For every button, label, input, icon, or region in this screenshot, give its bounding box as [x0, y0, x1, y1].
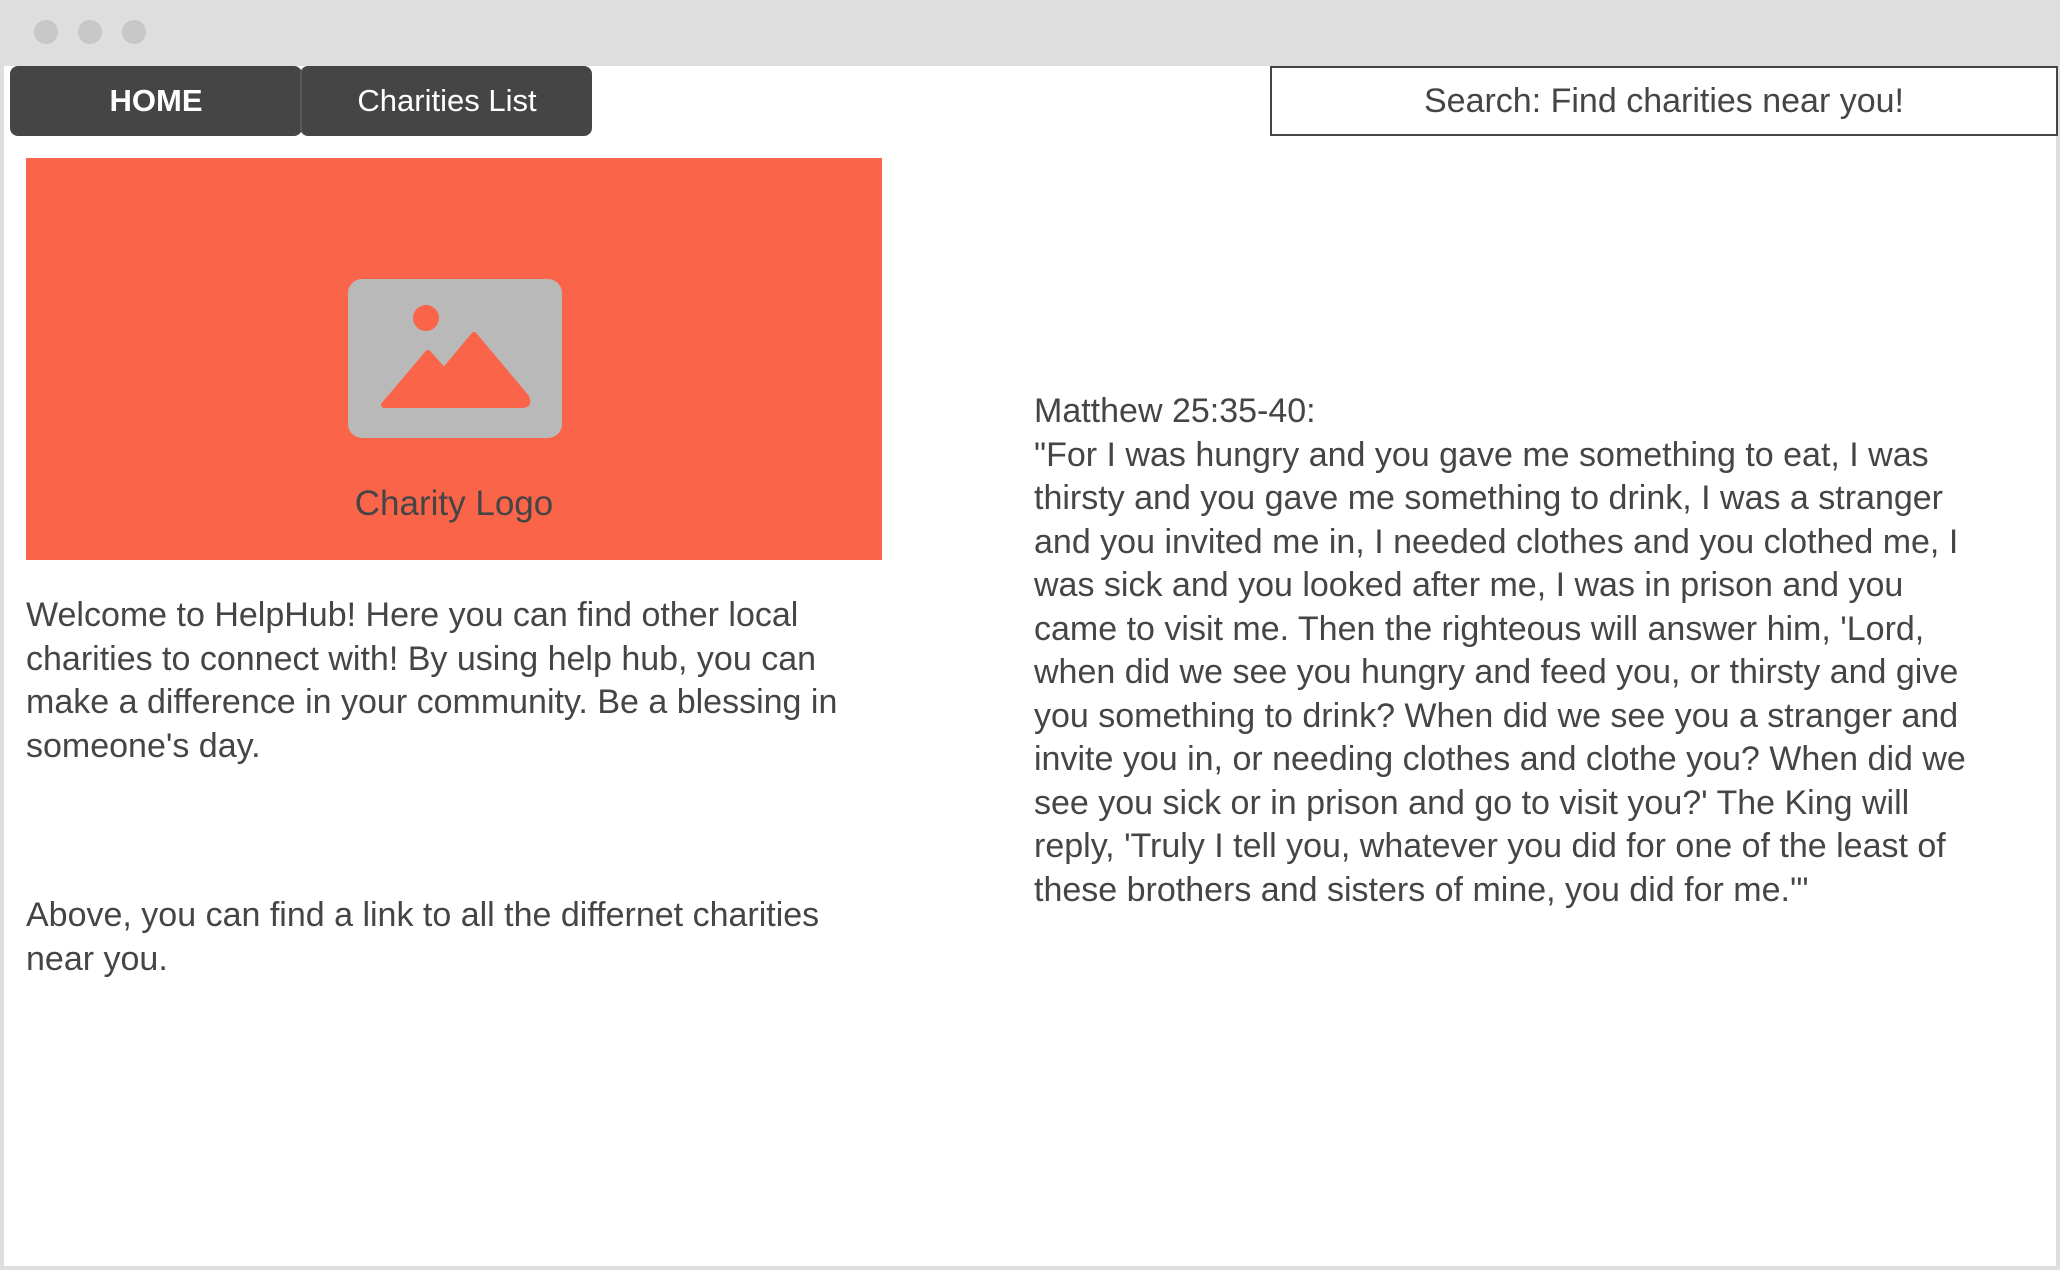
- charity-logo-placeholder: Charity Logo: [26, 158, 882, 560]
- window-minimize-control[interactable]: [78, 20, 102, 44]
- nav-home-button[interactable]: HOME: [10, 66, 302, 136]
- window-titlebar: [4, 0, 2060, 66]
- window-maximize-control[interactable]: [122, 20, 146, 44]
- verse-title: Matthew 25:35-40:: [1034, 392, 1316, 430]
- browser-window: HOME Charities List Search: Find chariti…: [0, 0, 2060, 1270]
- window-close-control[interactable]: [34, 20, 58, 44]
- search-bar-text: Search: Find charities near you!: [1423, 81, 1905, 120]
- welcome-text: Welcome to HelpHub! Here you can find ot…: [26, 596, 838, 765]
- verse-text: "For I was hungry and you gave me someth…: [1034, 435, 1966, 909]
- image-placeholder-icon: [348, 279, 562, 438]
- search-bar[interactable]: Search: Find charities near you!: [1270, 66, 2058, 136]
- nav-charities-list-button[interactable]: Charities List: [300, 66, 592, 136]
- charity-logo-caption: Charity Logo: [354, 484, 554, 523]
- charities-link-hint-text: Above, you can find a link to all the di…: [26, 896, 820, 978]
- bible-verse: Matthew 25:35-40: "For I was hungry and …: [1034, 390, 1974, 912]
